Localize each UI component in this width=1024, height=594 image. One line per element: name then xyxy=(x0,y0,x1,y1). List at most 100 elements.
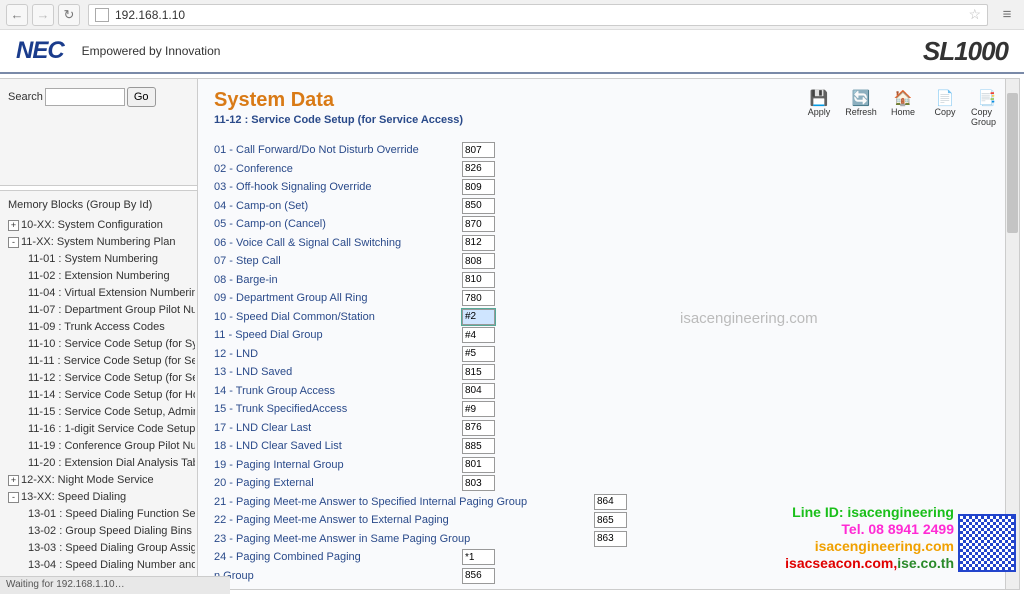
page-title: System Data xyxy=(214,89,463,112)
search-panel: Search Go xyxy=(0,78,197,186)
tree-child[interactable]: 13-02 : Group Speed Dialing Bins xyxy=(2,523,195,540)
scrollbar-thumb[interactable] xyxy=(1007,93,1018,233)
row-label: 01 - Call Forward/Do Not Disturb Overrid… xyxy=(214,144,462,156)
tree-node[interactable]: - 13-XX: Speed Dialing xyxy=(2,489,195,506)
row-label: 10 - Speed Dial Common/Station xyxy=(214,311,462,323)
data-row: 13 - LND Saved xyxy=(214,363,1003,382)
tree-child[interactable]: 11-16 : 1-digit Service Code Setup xyxy=(2,421,195,438)
forward-button[interactable]: → xyxy=(32,4,54,26)
row-input[interactable] xyxy=(462,346,495,362)
row-label: 05 - Camp-on (Cancel) xyxy=(214,218,462,230)
tree-child[interactable]: 11-04 : Virtual Extension Numbering xyxy=(2,285,195,302)
row-label: 08 - Barge-in xyxy=(214,274,462,286)
tree-child[interactable]: 13-01 : Speed Dialing Function Setup xyxy=(2,506,195,523)
tree-child[interactable]: 11-10 : Service Code Setup (for System A… xyxy=(2,336,195,353)
url-bar[interactable]: 192.168.1.10 ☆ xyxy=(88,4,988,26)
expand-icon[interactable]: + xyxy=(8,220,19,231)
data-row: 06 - Voice Call & Signal Call Switching xyxy=(214,234,1003,253)
apply-button[interactable]: 💾Apply xyxy=(803,89,835,127)
copy-button[interactable]: 📄Copy xyxy=(929,89,961,127)
search-label: Search xyxy=(8,91,43,103)
expand-icon[interactable]: - xyxy=(8,237,19,248)
row-input[interactable] xyxy=(462,253,495,269)
data-row: 02 - Conference xyxy=(214,160,1003,179)
row-label: 24 - Paging Combined Paging xyxy=(214,551,462,563)
row-label: n Group xyxy=(214,570,462,582)
search-input[interactable] xyxy=(45,88,125,106)
row-input[interactable] xyxy=(462,327,495,343)
data-row: 12 - LND xyxy=(214,345,1003,364)
row-input[interactable] xyxy=(462,401,495,417)
data-row: 11 - Speed Dial Group xyxy=(214,326,1003,345)
content-scrollbar[interactable] xyxy=(1005,79,1019,589)
data-row: 09 - Department Group All Ring xyxy=(214,289,1003,308)
tree-child[interactable]: 11-07 : Department Group Pilot Numbers xyxy=(2,302,195,319)
tree-child[interactable]: 13-04 : Speed Dialing Number and Name xyxy=(2,557,195,574)
home-button[interactable]: 🏠Home xyxy=(887,89,919,127)
row-input[interactable] xyxy=(462,179,495,195)
row-input[interactable] xyxy=(462,198,495,214)
row-input[interactable] xyxy=(462,161,495,177)
refresh-button[interactable]: 🔄Refresh xyxy=(845,89,877,127)
qr-code xyxy=(958,514,1016,572)
expand-icon[interactable]: + xyxy=(8,475,19,486)
tree-child[interactable]: 11-01 : System Numbering xyxy=(2,251,195,268)
row-input[interactable] xyxy=(462,142,495,158)
row-input[interactable] xyxy=(462,290,495,306)
tree-node[interactable]: + 10-XX: System Configuration xyxy=(2,217,195,234)
refresh-icon: 🔄 xyxy=(852,89,870,107)
contact-stamp: Line ID: isacengineering Tel. 08 8941 24… xyxy=(785,504,954,572)
data-row: 14 - Trunk Group Access xyxy=(214,382,1003,401)
tree-child[interactable]: 11-20 : Extension Dial Analysis Table xyxy=(2,455,195,472)
row-input[interactable] xyxy=(594,512,627,528)
row-input[interactable] xyxy=(462,383,495,399)
tree-child[interactable]: 11-19 : Conference Group Pilot Number xyxy=(2,438,195,455)
copy-group-button[interactable]: 📑Copy Group xyxy=(971,89,1003,127)
data-row: 18 - LND Clear Saved List xyxy=(214,437,1003,456)
tree-child[interactable]: 13-03 : Speed Dialing Group Assignment f… xyxy=(2,540,195,557)
row-input[interactable] xyxy=(462,549,495,565)
bookmark-star-icon[interactable]: ☆ xyxy=(968,6,981,23)
row-input[interactable] xyxy=(462,457,495,473)
tree-scroll[interactable]: Memory Blocks (Group By Id)+ 10-XX: Syst… xyxy=(0,191,197,594)
row-input[interactable] xyxy=(594,531,627,547)
row-label: 15 - Trunk SpecifiedAccess xyxy=(214,403,462,415)
page-icon xyxy=(95,8,109,22)
hamburger-icon[interactable]: ≡ xyxy=(996,4,1018,26)
copy-icon: 📄 xyxy=(936,89,954,107)
back-button[interactable]: ← xyxy=(6,4,28,26)
row-label: 20 - Paging External xyxy=(214,477,462,489)
row-label: 21 - Paging Meet-me Answer to Specified … xyxy=(214,496,594,508)
tree-child[interactable]: 11-12 : Service Code Setup (for Service … xyxy=(2,370,195,387)
expand-icon[interactable]: - xyxy=(8,492,19,503)
tree-child[interactable]: 11-09 : Trunk Access Codes xyxy=(2,319,195,336)
row-input[interactable] xyxy=(462,235,495,251)
row-input[interactable] xyxy=(462,568,495,584)
tree-child[interactable]: 11-14 : Service Code Setup (for Hotel) xyxy=(2,387,195,404)
row-input[interactable] xyxy=(462,475,495,491)
row-label: 03 - Off-hook Signaling Override xyxy=(214,181,462,193)
tree-panel: Memory Blocks (Group By Id)+ 10-XX: Syst… xyxy=(0,190,197,594)
row-input[interactable] xyxy=(462,364,495,380)
row-input[interactable] xyxy=(462,216,495,232)
row-input[interactable] xyxy=(462,309,495,325)
tree-node[interactable]: - 11-XX: System Numbering Plan xyxy=(2,234,195,251)
go-button[interactable]: Go xyxy=(127,87,156,107)
apply-icon: 💾 xyxy=(810,89,828,107)
data-row: 04 - Camp-on (Set) xyxy=(214,197,1003,216)
browser-chrome: ← → ↻ 192.168.1.10 ☆ ≡ xyxy=(0,0,1024,30)
tree-child[interactable]: 11-02 : Extension Numbering xyxy=(2,268,195,285)
status-bar: Waiting for 192.168.1.10… xyxy=(0,576,230,594)
reload-button[interactable]: ↻ xyxy=(58,4,80,26)
tree-node[interactable]: + 12-XX: Night Mode Service xyxy=(2,472,195,489)
data-row: 05 - Camp-on (Cancel) xyxy=(214,215,1003,234)
row-input[interactable] xyxy=(594,494,627,510)
tree-child[interactable]: 11-11 : Service Code Setup (for Setup/En… xyxy=(2,353,195,370)
row-input[interactable] xyxy=(462,420,495,436)
tree-child[interactable]: 11-15 : Service Code Setup, Administrati… xyxy=(2,404,195,421)
row-input[interactable] xyxy=(462,272,495,288)
data-row: 08 - Barge-in xyxy=(214,271,1003,290)
row-input[interactable] xyxy=(462,438,495,454)
home-icon: 🏠 xyxy=(894,89,912,107)
data-row: 15 - Trunk SpecifiedAccess xyxy=(214,400,1003,419)
